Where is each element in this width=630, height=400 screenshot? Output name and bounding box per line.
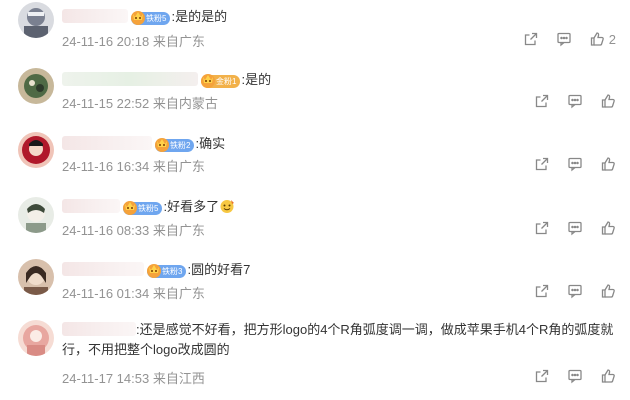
reply-item: 铁粉3:圆的好看7 24-11-16 01:34 来自广东 [0,252,630,312]
crown-icon [147,264,161,278]
share-icon[interactable] [534,93,550,109]
reply-location: 来自广东 [152,286,205,301]
crown-icon [201,74,215,88]
comment-icon[interactable] [556,31,572,47]
reply-location: 来自广东 [152,159,205,174]
like-icon[interactable] [600,283,616,299]
avatar[interactable] [18,320,54,356]
username-redacted[interactable] [62,9,128,23]
share-icon[interactable] [523,31,539,47]
reply-time: 24-11-17 14:53 [62,371,150,386]
avatar[interactable] [18,132,54,168]
like-icon[interactable] [600,156,616,172]
share-icon[interactable] [534,368,550,384]
comment-icon[interactable] [567,93,583,109]
reply-meta: 24-11-16 08:33 来自广东 [62,220,205,239]
like-icon[interactable] [600,220,616,236]
reply-item: 金粉1:是的 24-11-15 22:52 来自内蒙古 [0,62,630,122]
avatar[interactable] [18,2,54,38]
avatar[interactable] [18,197,54,233]
reply-item: 铁粉2:确实 24-11-16 16:34 来自广东 [0,124,630,184]
reply-item: 铁粉5:好看多了 24-11-16 08:33 来自广东 [0,188,630,248]
fan-badge: 金粉1 [201,74,241,88]
share-icon[interactable] [534,156,550,172]
comment-icon[interactable] [567,283,583,299]
reply-location: 来自广东 [152,34,205,49]
crown-icon [155,138,169,152]
reply-text: :是的 [241,72,272,87]
reply-time: 24-11-16 20:18 [62,34,150,49]
reply-time: 24-11-16 16:34 [62,159,150,174]
reply-meta: 24-11-16 16:34 来自广东 [62,156,205,175]
crown-icon [131,11,145,25]
reply-meta: 24-11-16 20:18 来自广东 [62,31,205,50]
reply-text: :确实 [195,136,226,151]
crown-icon [123,201,137,215]
reply-text: :是的是的 [171,9,228,24]
like-count: 2 [608,31,616,47]
reply-location: 来自内蒙古 [152,96,218,111]
fan-badge: 铁粉3 [147,264,187,278]
avatar[interactable] [18,68,54,104]
reply-meta: 24-11-15 22:52 来自内蒙古 [62,93,218,112]
reply-location: 来自江西 [152,371,205,386]
reply-text: :还是感觉不好看，把方形logo的4个R角弧度调一调，做成苹果手机4个R角的弧度… [62,322,614,357]
reply-text: :好看多了 [163,199,220,214]
reply-time: 24-11-16 08:33 [62,223,150,238]
username-redacted[interactable] [62,136,152,150]
fan-badge: 铁粉2 [155,138,195,152]
reply-time: 24-11-15 22:52 [62,96,150,111]
fan-badge: 铁粉5 [131,11,171,25]
reply-location: 来自广东 [152,223,205,238]
reply-text: :圆的好看7 [187,262,251,277]
share-icon[interactable] [534,220,550,236]
emoji-icon [220,200,235,213]
share-icon[interactable] [534,283,550,299]
reply-item: 铁粉5:是的是的 24-11-16 20:18 来自广东 2 [0,0,630,60]
username-redacted[interactable] [62,199,120,213]
reply-meta: 24-11-17 14:53 来自江西 [62,368,205,387]
comment-icon[interactable] [567,368,583,384]
like-icon[interactable] [600,93,616,109]
comment-icon[interactable] [567,156,583,172]
reply-meta: 24-11-16 01:34 来自广东 [62,283,205,302]
username-redacted[interactable] [62,322,136,336]
username-redacted[interactable] [62,262,144,276]
username-redacted[interactable] [62,72,198,86]
like-icon[interactable] [600,368,616,384]
reply-item: :还是感觉不好看，把方形logo的4个R角弧度调一调，做成苹果手机4个R角的弧度… [0,316,630,400]
avatar[interactable] [18,259,54,295]
comment-icon[interactable] [567,220,583,236]
reply-time: 24-11-16 01:34 [62,286,150,301]
fan-badge: 铁粉5 [123,201,163,215]
like-icon[interactable] [589,31,605,47]
